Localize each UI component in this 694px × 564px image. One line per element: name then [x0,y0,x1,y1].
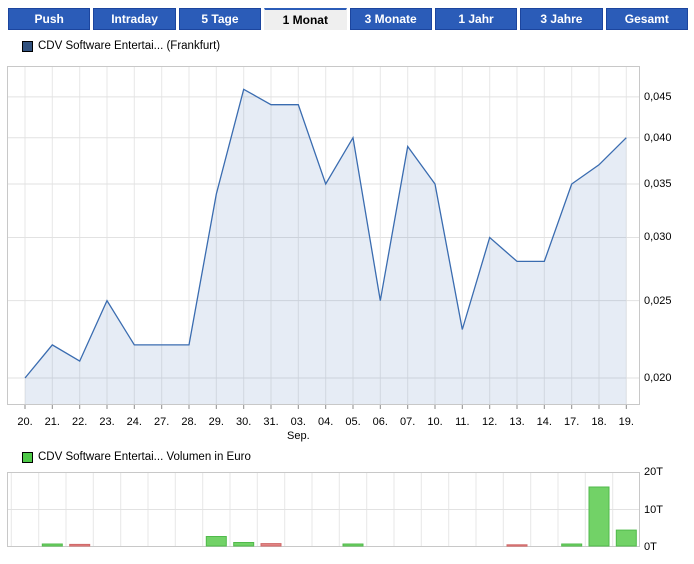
price-legend-label: CDV Software Entertai... (Frankfurt) [38,40,221,52]
date-tick-label: 22. [72,416,88,428]
price-y-tick-label: 0,025 [644,294,672,307]
date-tick-label: 27. [154,416,170,428]
volume-y-tick-label: 0T [644,541,657,553]
date-tick-label: 30. [236,416,252,428]
tab-1-jahr[interactable]: 1 Jahr [434,8,518,30]
date-tick-label: 06. [372,416,388,428]
volume-chart-plot [7,472,640,548]
date-tick-label: 24. [126,416,142,428]
tab-5-tage[interactable]: 5 Tage [178,8,262,30]
price-y-tick-label: 0,035 [644,178,672,191]
date-tick-label: 07. [400,416,416,428]
tab-push[interactable]: Push [8,8,91,30]
date-tick-label: 05. [345,416,361,428]
date-tick-label: 21. [44,416,60,428]
volume-y-tick-label: 20T [644,466,663,478]
date-tick-label: 29. [208,416,224,428]
volume-legend-swatch [22,451,33,463]
tab-label: 1 Monat [282,12,328,27]
date-tick-label: 19. [618,416,634,428]
price-legend-swatch [22,40,33,52]
tab-label: Intraday [111,12,158,26]
date-tick-label: 23. [99,416,115,428]
date-tick-label: 20. [17,416,33,428]
price-y-tick-label: 0,030 [644,231,672,244]
price-chart-svg [7,66,640,409]
period-tabbar: Push Intraday 5 Tage 1 Monat 3 Monate 1 … [8,8,688,30]
tab-label: Push [34,12,64,26]
tab-gesamt[interactable]: Gesamt [605,8,688,30]
price-y-tick-label: 0,045 [644,90,672,103]
tab-intraday[interactable]: Intraday [93,8,176,30]
tab-1-monat[interactable]: 1 Monat [264,8,347,30]
date-tick-label: 04. [318,416,334,428]
date-tick-label: 10. [427,416,443,428]
price-y-tick-label: 0,020 [644,371,672,384]
tab-3-monate[interactable]: 3 Monate [349,8,432,30]
price-y-tick-label: 0,040 [644,131,672,144]
chart-widget: Push Intraday 5 Tage 1 Monat 3 Monate 1 … [0,0,694,564]
tab-label: 3 Monate [364,12,417,26]
date-tick-label: 31. [263,416,279,428]
date-tick-label: 12. [482,416,498,428]
volume-chart-svg [7,472,640,547]
tab-3-jahre[interactable]: 3 Jahre [520,8,603,30]
date-tick-label: 28. [181,416,197,428]
volume-y-tick-label: 10T [644,503,663,516]
tab-label: 3 Jahre [540,12,583,26]
date-tick-label: 03. [290,416,306,428]
date-tick-label: 17. [564,416,580,428]
tab-label: Gesamt [624,12,669,26]
date-tick-label: 11. [455,416,470,428]
volume-legend-label: CDV Software Entertai... Volumen in Euro [38,451,251,463]
tab-label: 5 Tage [201,12,239,26]
date-tick-label: 13. [509,416,525,428]
volume-legend: CDV Software Entertai... Volumen in Euro [22,451,251,463]
date-tick-label: 18. [591,416,607,428]
date-tick-label: 14. [536,416,552,428]
month-label: Sep. [287,430,310,442]
price-chart-plot [7,66,640,410]
price-legend: CDV Software Entertai... (Frankfurt) [22,40,220,52]
tab-label: 1 Jahr [458,12,494,26]
